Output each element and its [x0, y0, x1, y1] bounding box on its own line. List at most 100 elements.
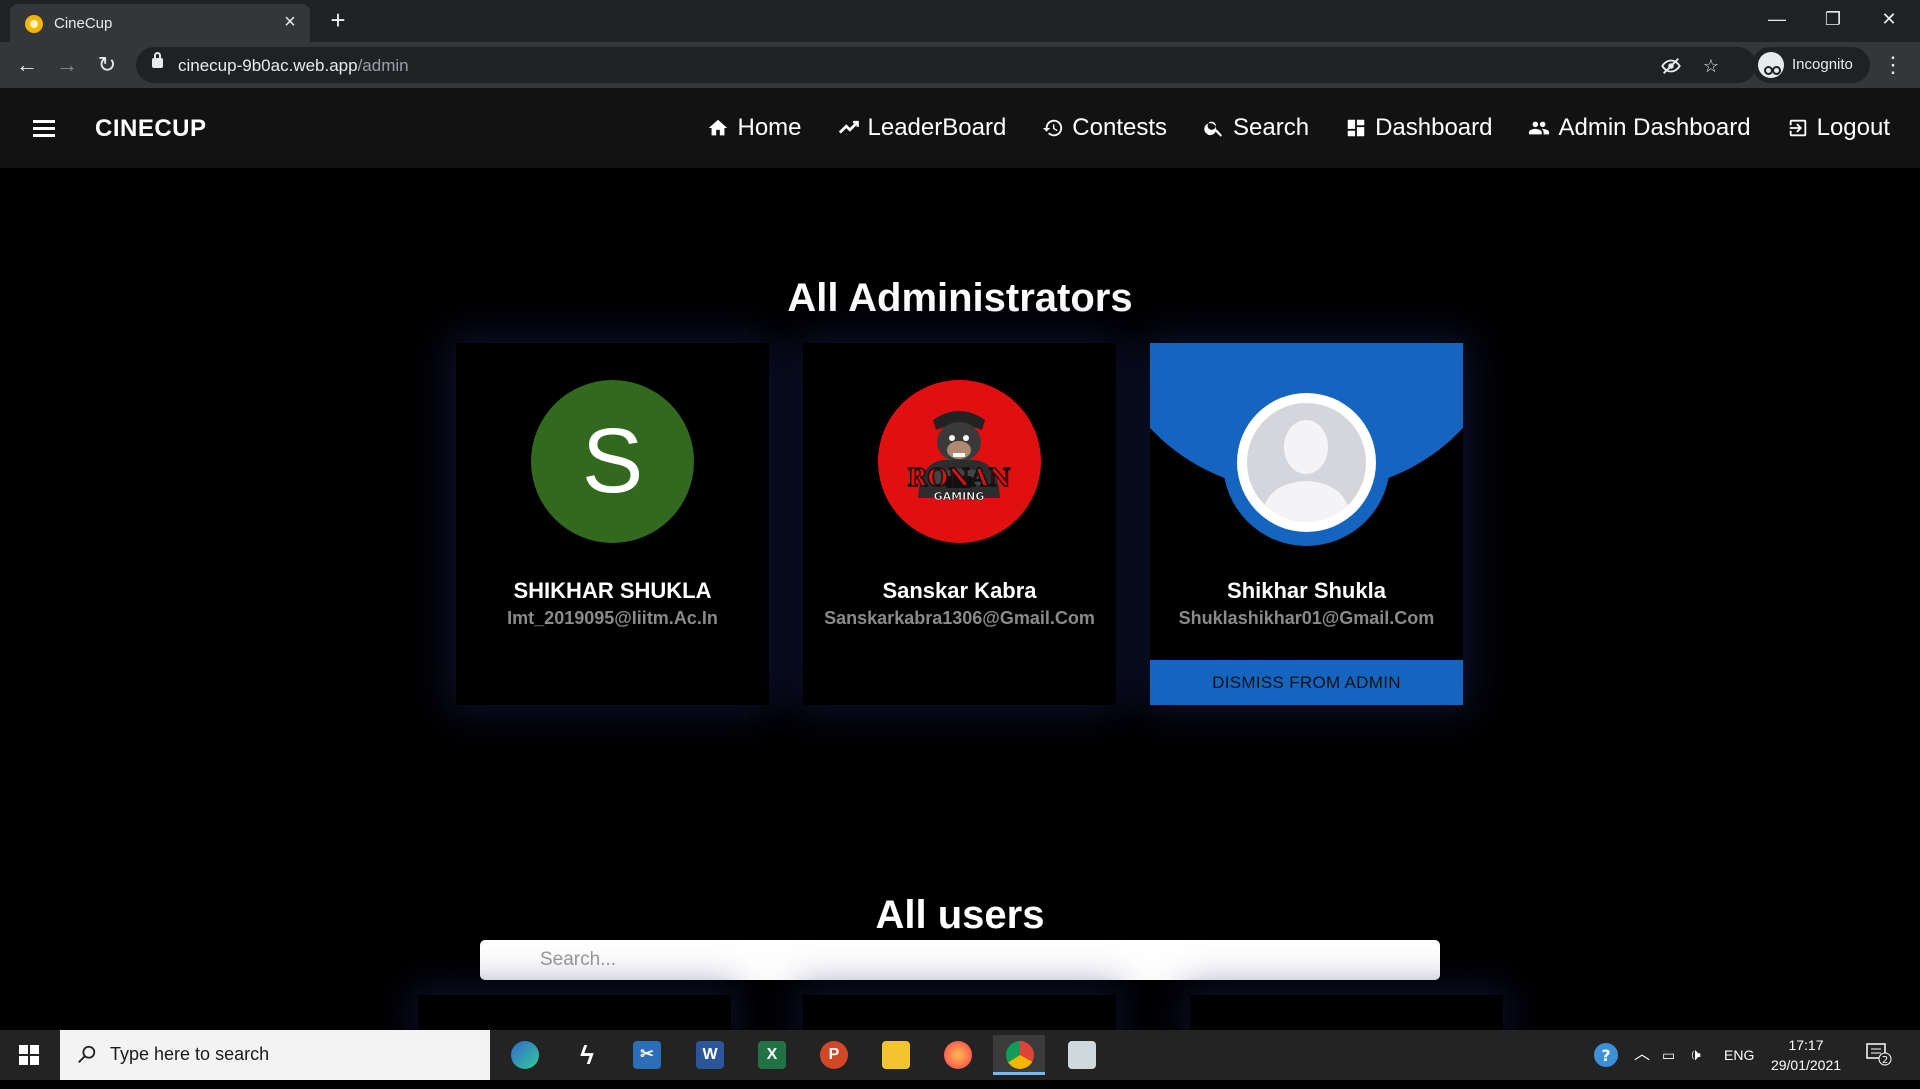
taskbar-clock[interactable]: 17:17 29/01/2021: [1764, 1035, 1848, 1075]
home-icon: [709, 119, 728, 136]
app-navbar: CINECUP Home LeaderBoard Contests Search…: [0, 88, 1920, 168]
taskbar-firefox[interactable]: [931, 1035, 983, 1075]
chevron-up-icon[interactable]: ︿: [1634, 1030, 1650, 1080]
nav-admin-dashboard-label: Admin Dashboard: [1558, 114, 1751, 141]
logout-icon: [1789, 119, 1806, 137]
hamburger-menu-icon[interactable]: [30, 114, 58, 142]
browser-tab[interactable]: CineCup ×: [10, 4, 310, 42]
taskbar-edge[interactable]: [498, 1035, 550, 1075]
admin-card: S SHIKHAR SHUKLA Imt_2019095@Iiitm.Ac.In: [456, 343, 769, 705]
volume-icon[interactable]: 🕩: [1690, 1030, 1701, 1080]
clock-date: 29/01/2021: [1770, 1057, 1842, 1073]
avatar: RONAN GAMING: [878, 380, 1041, 543]
taskbar-snipping[interactable]: ✂: [620, 1035, 672, 1075]
new-tab-icon[interactable]: +: [326, 7, 350, 33]
dashboard-icon: [1347, 119, 1365, 137]
powerpoint-icon: P: [820, 1041, 848, 1069]
restore-icon[interactable]: ❐: [1810, 4, 1856, 34]
admin-name: SHIKHAR SHUKLA: [513, 578, 712, 603]
window-close-icon[interactable]: ✕: [1866, 4, 1912, 34]
user-card: [803, 995, 1116, 1035]
minimize-icon[interactable]: —: [1754, 4, 1800, 34]
browser-menu-icon[interactable]: ⋮: [1880, 52, 1906, 78]
windows-taskbar: Type here to search ϟ ✂ W X P ? ︿ ▭ 🕩 EN…: [0, 1030, 1920, 1080]
bookmark-star-icon[interactable]: ☆: [1700, 55, 1722, 77]
nav-home-label: Home: [737, 114, 802, 141]
back-arrow-icon[interactable]: ←: [14, 52, 40, 78]
nav-contests-label: Contests: [1072, 114, 1168, 141]
nav-search[interactable]: Search: [1203, 114, 1309, 142]
window-app-icon: [1068, 1041, 1096, 1069]
word-icon: W: [696, 1041, 724, 1069]
lock-icon[interactable]: [152, 52, 163, 68]
avatar: [1223, 379, 1390, 546]
address-bar[interactable]: cinecup-9b0ac.web.app/admin ☆: [136, 47, 1756, 83]
user-search-input[interactable]: [540, 940, 1420, 980]
url-text[interactable]: cinecup-9b0ac.web.app/admin: [178, 56, 409, 76]
admin-name: Shikhar Shukla: [1227, 578, 1386, 603]
default-user-icon: [1261, 420, 1351, 522]
taskbar-powerpoint[interactable]: P: [807, 1035, 859, 1075]
incognito-icon: [1758, 52, 1784, 78]
eye-off-icon[interactable]: [1660, 55, 1682, 77]
nav-admin-dashboard[interactable]: Admin Dashboard: [1528, 114, 1751, 142]
incognito-badge[interactable]: Incognito: [1752, 47, 1870, 83]
taskbar-chrome[interactable]: [993, 1035, 1045, 1075]
history-icon: [1043, 119, 1063, 137]
nav-logout[interactable]: Logout: [1787, 114, 1890, 142]
reload-icon[interactable]: ↻: [94, 52, 120, 78]
brand-logo[interactable]: CINECUP: [95, 115, 207, 143]
notification-count: 2: [1882, 1055, 1888, 1066]
admin-card: RONAN GAMING Sanskar Kabra Sanskarkabra1…: [803, 343, 1116, 705]
avatar-logo-text-1: RONAN: [907, 463, 1010, 492]
nav-leaderboard[interactable]: LeaderBoard: [838, 114, 1007, 142]
admins-section-title: All Administrators: [787, 276, 1133, 320]
admin-email: Shuklashikhar01@Gmail.Com: [1178, 608, 1435, 628]
search-icon: [1204, 121, 1223, 137]
taskbar-app[interactable]: ϟ: [560, 1035, 612, 1075]
incognito-label: Incognito: [1792, 56, 1853, 73]
file-explorer-icon: [882, 1041, 910, 1069]
close-tab-icon[interactable]: ×: [280, 12, 300, 32]
edge-icon: [511, 1041, 539, 1069]
chrome-icon: [1006, 1041, 1034, 1069]
excel-icon: X: [758, 1041, 786, 1069]
browser-toolbar: ← → ↻ cinecup-9b0ac.web.app/admin ☆ Inco…: [0, 42, 1920, 88]
trending-up-icon: [838, 120, 859, 134]
taskbar-search[interactable]: Type here to search: [60, 1030, 490, 1080]
notifications-icon[interactable]: 2: [1866, 1042, 1892, 1066]
dismiss-from-admin-button[interactable]: DISMISS FROM ADMIN: [1150, 660, 1463, 705]
avatar: S: [531, 380, 694, 543]
taskbar-explorer[interactable]: [869, 1035, 921, 1075]
language-indicator[interactable]: ENG: [1724, 1030, 1754, 1080]
battery-icon[interactable]: ▭: [1662, 1030, 1675, 1080]
taskbar-search-placeholder: Type here to search: [110, 1044, 270, 1064]
nav-home[interactable]: Home: [707, 114, 802, 142]
taskbar-word[interactable]: W: [683, 1035, 735, 1075]
nav-links: Home LeaderBoard Contests Search Dashboa…: [671, 88, 1890, 168]
lightning-app-icon: ϟ: [580, 1040, 594, 1070]
forward-arrow-icon[interactable]: →: [54, 52, 80, 78]
taskbar-app[interactable]: [1055, 1035, 1107, 1075]
user-card: [418, 995, 731, 1035]
taskbar-excel[interactable]: X: [745, 1035, 797, 1075]
nav-logout-label: Logout: [1816, 114, 1890, 141]
browser-tab-strip: CineCup × + — ❐ ✕: [0, 0, 1920, 42]
admin-email: Sanskarkabra1306@Gmail.Com: [824, 608, 1095, 628]
snipping-tool-icon: ✂: [633, 1041, 661, 1069]
clock-time: 17:17: [1788, 1037, 1824, 1053]
tab-title: CineCup: [54, 15, 113, 32]
nav-contests[interactable]: Contests: [1042, 114, 1167, 142]
nav-leaderboard-label: LeaderBoard: [867, 114, 1007, 141]
nav-search-label: Search: [1233, 114, 1310, 141]
help-icon[interactable]: ?: [1592, 1030, 1620, 1080]
user-search-box: [480, 940, 1440, 980]
svg-text:?: ?: [1601, 1046, 1610, 1065]
firefox-icon: [944, 1041, 972, 1069]
admin-email: Imt_2019095@Iiitm.Ac.In: [507, 608, 718, 628]
user-card: [1190, 995, 1503, 1035]
url-host: cinecup-9b0ac.web.app: [178, 56, 358, 75]
windows-start-icon[interactable]: [0, 1030, 60, 1080]
nav-dashboard-label: Dashboard: [1375, 114, 1493, 141]
nav-dashboard[interactable]: Dashboard: [1345, 114, 1492, 142]
